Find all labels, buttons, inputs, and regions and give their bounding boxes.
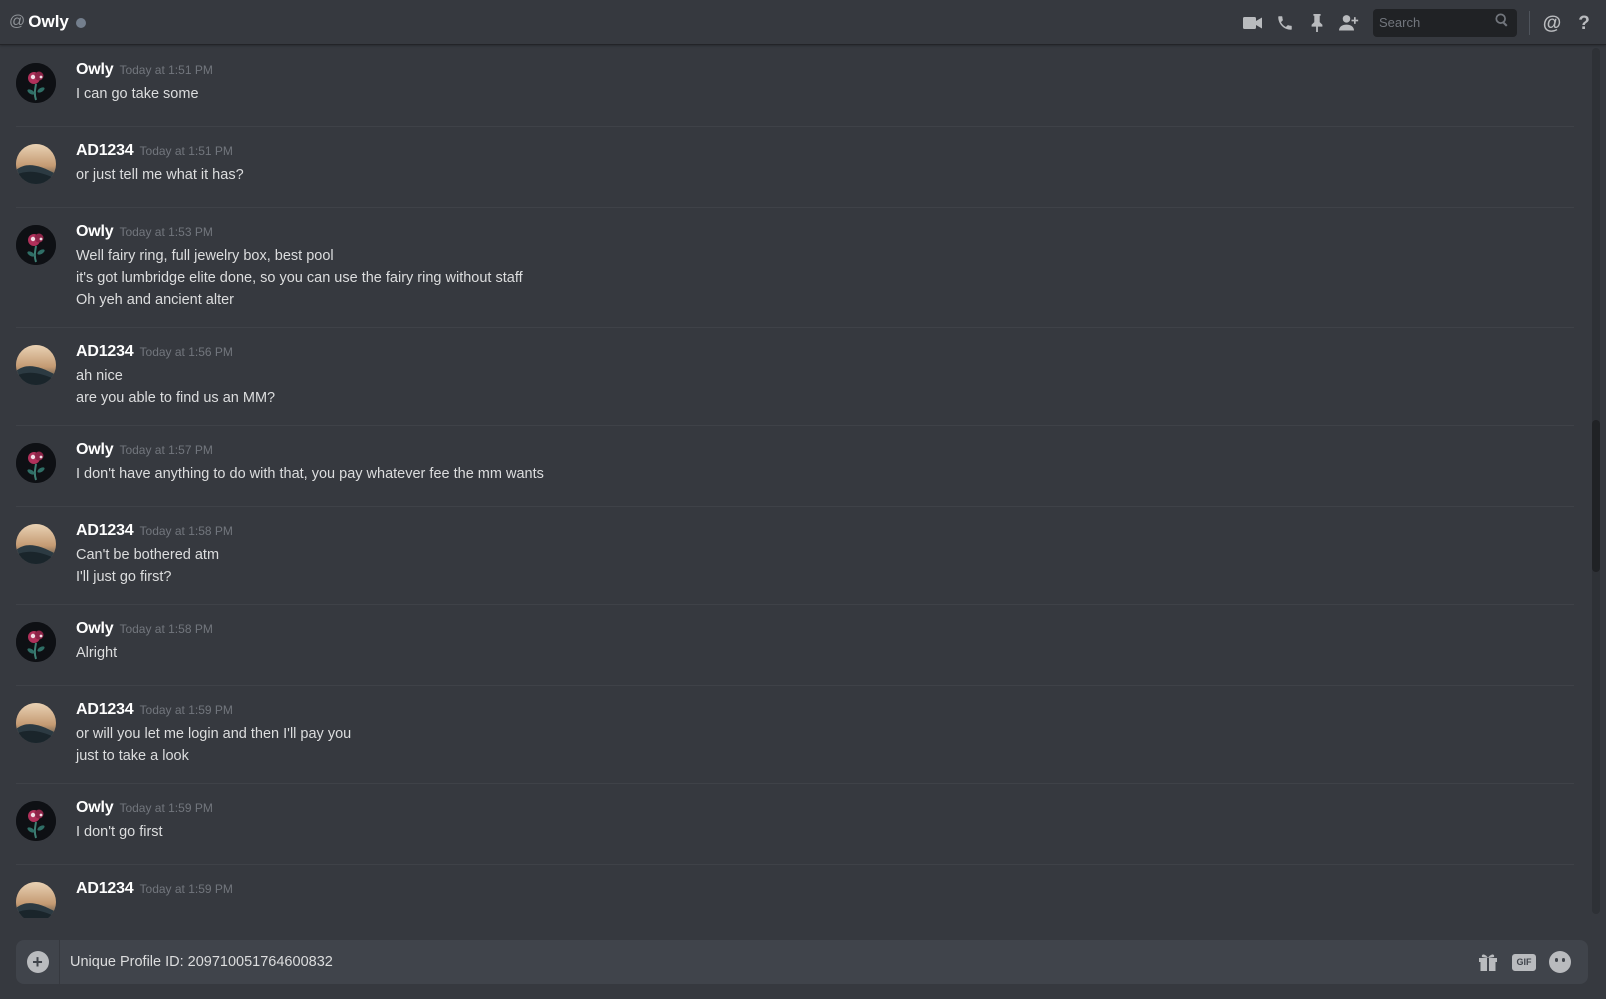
message-text: I don't go first bbox=[76, 824, 163, 840]
message-group: Owly Today at 1:59 PM I don't go first bbox=[16, 784, 1574, 865]
avatar[interactable] bbox=[16, 225, 56, 265]
status-indicator bbox=[75, 17, 86, 28]
username[interactable]: AD1234 bbox=[76, 701, 134, 719]
message-header: AD1234 Today at 1:59 PM bbox=[76, 880, 1574, 902]
phone-icon[interactable] bbox=[1269, 7, 1301, 39]
search-icon bbox=[1495, 13, 1509, 32]
gif-label: GIF bbox=[1512, 953, 1536, 971]
timestamp: Today at 1:57 PM bbox=[119, 443, 213, 457]
timestamp: Today at 1:51 PM bbox=[139, 144, 233, 158]
plus-circle-icon: + bbox=[26, 951, 49, 973]
avatar[interactable] bbox=[16, 622, 56, 662]
message-text: Can't be bothered atm bbox=[76, 547, 220, 563]
message-text: Well fairy ring, full jewelry box, best … bbox=[76, 248, 334, 264]
timestamp: Today at 1:59 PM bbox=[139, 703, 233, 717]
timestamp: Today at 1:59 PM bbox=[139, 882, 233, 896]
timestamp: Today at 1:59 PM bbox=[119, 801, 213, 815]
message-header: Owly Today at 1:57 PM bbox=[76, 441, 1574, 463]
message-group: AD1234 Today at 1:58 PM Can't be bothere… bbox=[16, 507, 1574, 605]
message-list[interactable]: Owly Today at 1:51 PM I can go take some… bbox=[0, 46, 1590, 918]
avatar[interactable] bbox=[16, 345, 56, 385]
help-icon[interactable]: ? bbox=[1568, 7, 1600, 39]
username[interactable]: Owly bbox=[76, 441, 114, 459]
message-header: Owly Today at 1:58 PM bbox=[76, 620, 1574, 642]
avatar[interactable] bbox=[16, 882, 56, 918]
message-text: it's got lumbridge elite done, so you ca… bbox=[76, 270, 523, 286]
emoji-icon[interactable] bbox=[1542, 944, 1578, 980]
gift-icon[interactable] bbox=[1470, 944, 1506, 980]
message-input[interactable] bbox=[70, 954, 1470, 970]
message-text: or just tell me what it has? bbox=[76, 167, 244, 183]
message-group: Owly Today at 1:58 PM Alright bbox=[16, 605, 1574, 686]
message-text: I don't have anything to do with that, y… bbox=[76, 466, 544, 482]
message-header: AD1234 Today at 1:51 PM bbox=[76, 142, 1574, 164]
message-text: are you able to find us an MM? bbox=[76, 390, 276, 406]
message-text: I'll just go first? bbox=[76, 569, 172, 585]
at-mention-icon[interactable]: @ bbox=[1536, 7, 1568, 39]
header-toolbar: @ ? bbox=[1237, 0, 1606, 45]
username[interactable]: AD1234 bbox=[76, 343, 134, 361]
username[interactable]: Owly bbox=[76, 61, 114, 79]
emoji-face-icon bbox=[1549, 951, 1571, 973]
message-header: AD1234 Today at 1:58 PM bbox=[76, 522, 1574, 544]
avatar[interactable] bbox=[16, 703, 56, 743]
gif-icon[interactable]: GIF bbox=[1506, 944, 1542, 980]
avatar[interactable] bbox=[16, 144, 56, 184]
pin-icon[interactable] bbox=[1301, 7, 1333, 39]
message-group: Owly Today at 1:51 PM I can go take some bbox=[16, 46, 1574, 127]
message-header: Owly Today at 1:59 PM bbox=[76, 799, 1574, 821]
dm-chat-window: @ Owly @ bbox=[0, 0, 1606, 999]
message-header: AD1234 Today at 1:59 PM bbox=[76, 701, 1574, 723]
avatar[interactable] bbox=[16, 524, 56, 564]
message-text: ah nice bbox=[76, 368, 123, 384]
message-group: Owly Today at 1:53 PM Well fairy ring, f… bbox=[16, 208, 1574, 328]
message-composer: + GIF bbox=[16, 940, 1588, 984]
svg-text:?: ? bbox=[1578, 13, 1590, 33]
composer-toolbar: GIF bbox=[1470, 944, 1578, 980]
timestamp: Today at 1:56 PM bbox=[139, 345, 233, 359]
message-group: AD1234 Today at 1:59 PM or will you let … bbox=[16, 686, 1574, 784]
avatar[interactable] bbox=[16, 443, 56, 483]
message-text: or will you let me login and then I'll p… bbox=[76, 726, 352, 742]
channel-title: Owly bbox=[28, 12, 69, 31]
username[interactable]: AD1234 bbox=[76, 522, 134, 540]
username[interactable]: AD1234 bbox=[76, 880, 134, 898]
scrollbar-track[interactable] bbox=[1592, 48, 1600, 914]
video-camera-icon[interactable] bbox=[1237, 7, 1269, 39]
avatar[interactable] bbox=[16, 801, 56, 841]
message-header: AD1234 Today at 1:56 PM bbox=[76, 343, 1574, 365]
svg-text:@: @ bbox=[1543, 13, 1562, 33]
username[interactable]: Owly bbox=[76, 620, 114, 638]
add-user-icon[interactable] bbox=[1333, 7, 1365, 39]
message-group: AD1234 Today at 1:59 PM bbox=[16, 865, 1574, 918]
at-symbol: @ bbox=[9, 13, 26, 30]
avatar[interactable] bbox=[16, 63, 56, 103]
search-input[interactable] bbox=[1379, 15, 1495, 30]
username[interactable]: Owly bbox=[76, 799, 114, 817]
attach-button[interactable]: + bbox=[16, 940, 60, 984]
message-header: Owly Today at 1:51 PM bbox=[76, 61, 1574, 83]
channel-header: @ Owly @ bbox=[0, 0, 1606, 45]
message-text: I can go take some bbox=[76, 86, 199, 102]
message-text: Oh yeh and ancient alter bbox=[76, 292, 234, 308]
message-group: Owly Today at 1:57 PM I don't have anyth… bbox=[16, 426, 1574, 507]
toolbar-divider bbox=[1529, 10, 1530, 35]
search-field[interactable] bbox=[1373, 8, 1517, 37]
message-text: just to take a look bbox=[76, 748, 189, 764]
username[interactable]: Owly bbox=[76, 223, 114, 241]
timestamp: Today at 1:51 PM bbox=[119, 63, 213, 77]
timestamp: Today at 1:53 PM bbox=[119, 225, 213, 239]
scrollbar-thumb[interactable] bbox=[1592, 420, 1600, 572]
timestamp: Today at 1:58 PM bbox=[119, 622, 213, 636]
message-text: Alright bbox=[76, 645, 118, 661]
message-group: AD1234 Today at 1:51 PM or just tell me … bbox=[16, 127, 1574, 208]
message-header: Owly Today at 1:53 PM bbox=[76, 223, 1574, 245]
username[interactable]: AD1234 bbox=[76, 142, 134, 160]
message-group: AD1234 Today at 1:56 PM ah nice are you … bbox=[16, 328, 1574, 426]
timestamp: Today at 1:58 PM bbox=[139, 524, 233, 538]
